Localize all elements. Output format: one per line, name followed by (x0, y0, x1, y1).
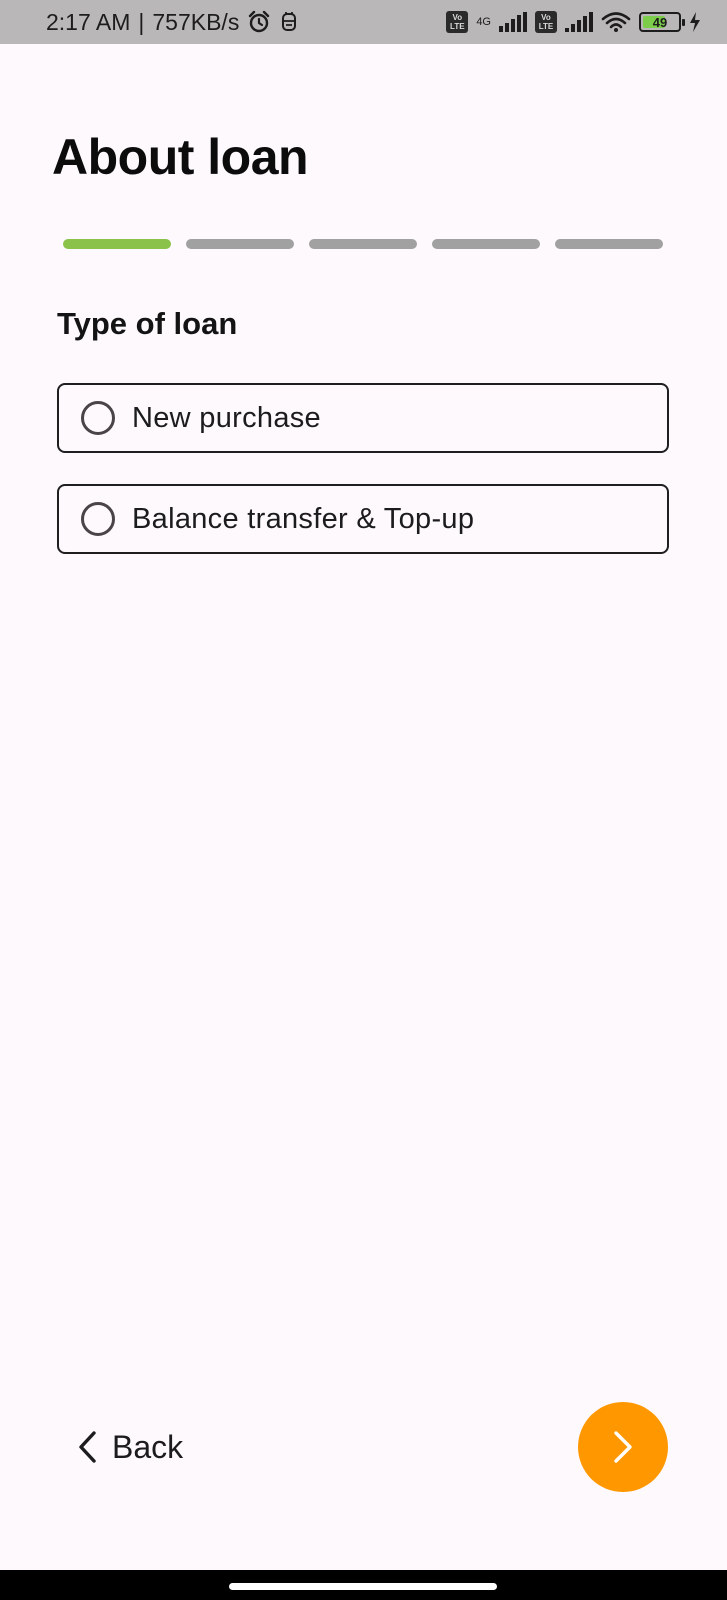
status-right: Vo LTE 4G Vo LTE 49 (446, 11, 701, 33)
option-label: New purchase (132, 401, 321, 434)
network-type-indicator: 4G (476, 15, 491, 28)
status-separator: | (138, 8, 145, 35)
option-new-purchase[interactable]: New purchase (57, 383, 669, 453)
back-label: Back (112, 1428, 184, 1465)
radio-button[interactable] (81, 401, 115, 435)
radio-button[interactable] (81, 502, 115, 536)
back-button[interactable]: Back (76, 1423, 183, 1471)
status-bar: 2:17 AM | 757KB/s Vo LTE 4G Vo LTE 49 (0, 0, 727, 44)
page-title: About loan (52, 129, 309, 185)
system-nav-bar (0, 1570, 727, 1600)
wifi-icon (601, 11, 631, 33)
chevron-left-icon (76, 1430, 98, 1464)
notification-icon (279, 11, 299, 33)
alarm-icon (247, 10, 271, 34)
status-net-speed: 757KB/s (152, 8, 240, 35)
charging-icon (689, 12, 701, 32)
status-left: 2:17 AM | 757KB/s (46, 9, 299, 36)
volte-icon-sim2: Vo LTE (535, 11, 557, 33)
loan-type-label: Type of loan (57, 306, 238, 341)
progress-stepper (63, 239, 663, 249)
progress-step-1 (63, 239, 171, 249)
option-balance-transfer[interactable]: Balance transfer & Top-up (57, 484, 669, 554)
progress-step-2 (186, 239, 294, 249)
signal-icon (499, 12, 527, 32)
option-label: Balance transfer & Top-up (132, 502, 475, 535)
progress-step-5 (555, 239, 663, 249)
signal-icon-sim2 (565, 12, 593, 32)
volte-icon: Vo LTE (446, 11, 469, 33)
next-button[interactable] (578, 1402, 668, 1492)
status-time: 2:17 AM (46, 8, 131, 35)
progress-step-3 (309, 239, 417, 249)
progress-step-4 (432, 239, 540, 249)
battery-icon: 49 (639, 12, 685, 32)
home-indicator[interactable] (229, 1583, 497, 1590)
chevron-right-icon (611, 1429, 635, 1465)
battery-level: 49 (652, 14, 668, 30)
